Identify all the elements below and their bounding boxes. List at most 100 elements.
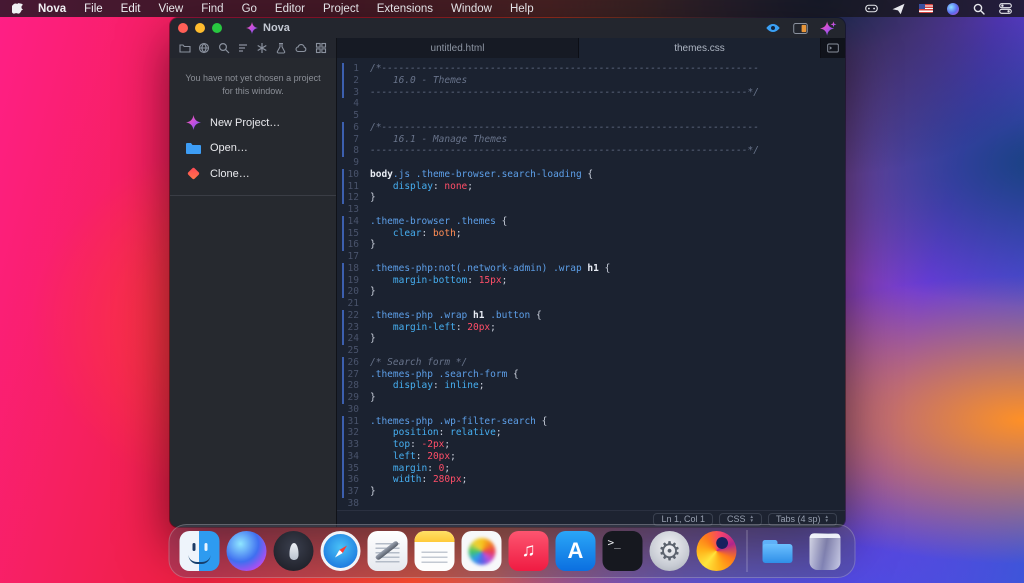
toolbar-row: untitled.htmlthemes.css	[170, 38, 845, 58]
close-button[interactable]	[178, 23, 188, 33]
menu-item-window[interactable]: Window	[442, 3, 501, 15]
asterisk-icon[interactable]	[256, 42, 268, 54]
preview-eye-icon[interactable]	[765, 23, 781, 33]
code-line: 7 16.1 - Manage Themes	[337, 134, 845, 146]
tab-themes-css[interactable]: themes.css	[579, 38, 821, 58]
code-line: 6/*-------------------------------------…	[337, 122, 845, 134]
code-line: 27.themes-php .search-form {	[337, 369, 845, 381]
tab-bar: untitled.htmlthemes.css	[337, 38, 821, 58]
dock: ♫A>_⚙	[169, 524, 856, 578]
menu-item-project[interactable]: Project	[314, 3, 368, 15]
editor-column: 1/*-------------------------------------…	[337, 58, 845, 527]
code-line: 36 width: 280px;	[337, 474, 845, 486]
menu-item-editor[interactable]: Editor	[266, 3, 314, 15]
keyboard-flag-icon[interactable]	[919, 4, 933, 13]
app-menu-icon[interactable]	[865, 3, 878, 14]
code-line: 1/*-------------------------------------…	[337, 63, 845, 75]
dock-app-store-icon[interactable]: A	[556, 531, 596, 571]
siri-icon[interactable]	[947, 3, 959, 15]
sort-icon[interactable]	[237, 42, 249, 54]
dock-launchpad-icon[interactable]	[274, 531, 314, 571]
title-bar[interactable]: Nova	[170, 18, 845, 38]
minimize-button[interactable]	[195, 23, 205, 33]
code-editor[interactable]: 1/*-------------------------------------…	[337, 58, 845, 510]
titlebar-actions	[765, 21, 837, 36]
search-icon[interactable]	[218, 42, 230, 54]
tab-bar-wrap: untitled.htmlthemes.css	[337, 38, 845, 58]
code-line: 3---------------------------------------…	[337, 87, 845, 99]
grid-icon[interactable]	[315, 42, 327, 54]
apple-menu-icon[interactable]	[12, 2, 23, 15]
cloud-icon[interactable]	[295, 42, 308, 54]
control-center-icon[interactable]	[999, 3, 1012, 14]
menu-items: NovaFileEditViewFindGoEditorProjectExten…	[29, 3, 543, 15]
menu-item-edit[interactable]: Edit	[112, 3, 150, 15]
dock-siri-icon[interactable]	[227, 531, 267, 571]
flask-icon[interactable]	[275, 42, 287, 54]
dock-music-icon[interactable]: ♫	[509, 531, 549, 571]
dock-notes-icon[interactable]	[415, 531, 455, 571]
dock-downloads-icon[interactable]	[758, 531, 798, 571]
code-line: 22.themes-php .wrap h1 .button {	[337, 310, 845, 322]
code-line: 32 position: relative;	[337, 427, 845, 439]
code-line: 13	[337, 204, 845, 216]
code-line: 29}	[337, 392, 845, 404]
nova-sparkle-icon[interactable]	[820, 21, 837, 36]
menu-item-nova[interactable]: Nova	[29, 3, 75, 15]
dock-photos-icon[interactable]	[462, 531, 502, 571]
menu-item-go[interactable]: Go	[233, 3, 266, 15]
code-line: 11 display: none;	[337, 181, 845, 193]
sidebar-item-label: New Project…	[210, 117, 280, 129]
menu-item-help[interactable]: Help	[501, 3, 543, 15]
code-line: 26/* Search form */	[337, 357, 845, 369]
code-line: 37}	[337, 486, 845, 498]
sidebar-item-open[interactable]: Open…	[170, 136, 336, 160]
menu-item-view[interactable]: View	[149, 3, 192, 15]
sidebar-item-clone[interactable]: Clone…	[170, 160, 336, 187]
dock-safari-icon[interactable]	[321, 531, 361, 571]
no-project-message: You have not yet chosen a project for th…	[184, 72, 322, 97]
code-line: 20}	[337, 286, 845, 298]
code-line: 12}	[337, 192, 845, 204]
dock-trash-icon[interactable]	[805, 531, 845, 571]
code-line: 2 16.0 - Themes	[337, 75, 845, 87]
code-line: 18.themes-php:not(.network-admin) .wrap …	[337, 263, 845, 275]
tab-untitled-html[interactable]: untitled.html	[337, 38, 579, 58]
split-editor-icon[interactable]	[793, 23, 808, 34]
code-line: 34 left: 20px;	[337, 451, 845, 463]
sidebar-toolbar	[170, 38, 337, 58]
spotlight-icon[interactable]	[973, 3, 985, 15]
dock-finder-icon[interactable]	[180, 531, 220, 571]
code-line: 4	[337, 98, 845, 110]
sidebar-item-label: Open…	[210, 142, 248, 154]
sidebar-item-new-project[interactable]: New Project…	[170, 109, 336, 136]
code-line: 5	[337, 110, 845, 122]
globe-icon[interactable]	[198, 42, 210, 54]
code-lines: 1/*-------------------------------------…	[337, 63, 845, 510]
code-line: 8---------------------------------------…	[337, 145, 845, 157]
diamond-icon	[185, 166, 201, 181]
code-line: 21	[337, 298, 845, 310]
project-actions: New Project… Open… Clone…	[170, 105, 336, 187]
sidebar-divider	[170, 195, 336, 196]
dock-textedit-icon[interactable]	[368, 531, 408, 571]
code-line: 23 margin-left: 20px;	[337, 322, 845, 334]
code-line: 19 margin-bottom: 15px;	[337, 275, 845, 287]
code-line: 9	[337, 157, 845, 169]
menu-item-find[interactable]: Find	[192, 3, 232, 15]
dock-system-preferences-icon[interactable]: ⚙	[650, 531, 690, 571]
code-line: 28 display: inline;	[337, 380, 845, 392]
dock-terminal-icon[interactable]: >_	[603, 531, 643, 571]
menu-item-file[interactable]: File	[75, 3, 112, 15]
paper-plane-icon[interactable]	[892, 3, 905, 15]
editor-options-icon[interactable]	[821, 38, 845, 58]
code-line: 14.theme-browser .themes {	[337, 216, 845, 228]
files-icon[interactable]	[179, 42, 191, 54]
dock-firefox-icon[interactable]	[697, 531, 737, 571]
code-line: 33 top: -2px;	[337, 439, 845, 451]
menu-item-extensions[interactable]: Extensions	[368, 3, 442, 15]
menu-bar: NovaFileEditViewFindGoEditorProjectExten…	[0, 0, 1024, 17]
window-content: You have not yet chosen a project for th…	[170, 58, 845, 527]
zoom-button[interactable]	[212, 23, 222, 33]
code-line: 10body.js .theme-browser.search-loading …	[337, 169, 845, 181]
